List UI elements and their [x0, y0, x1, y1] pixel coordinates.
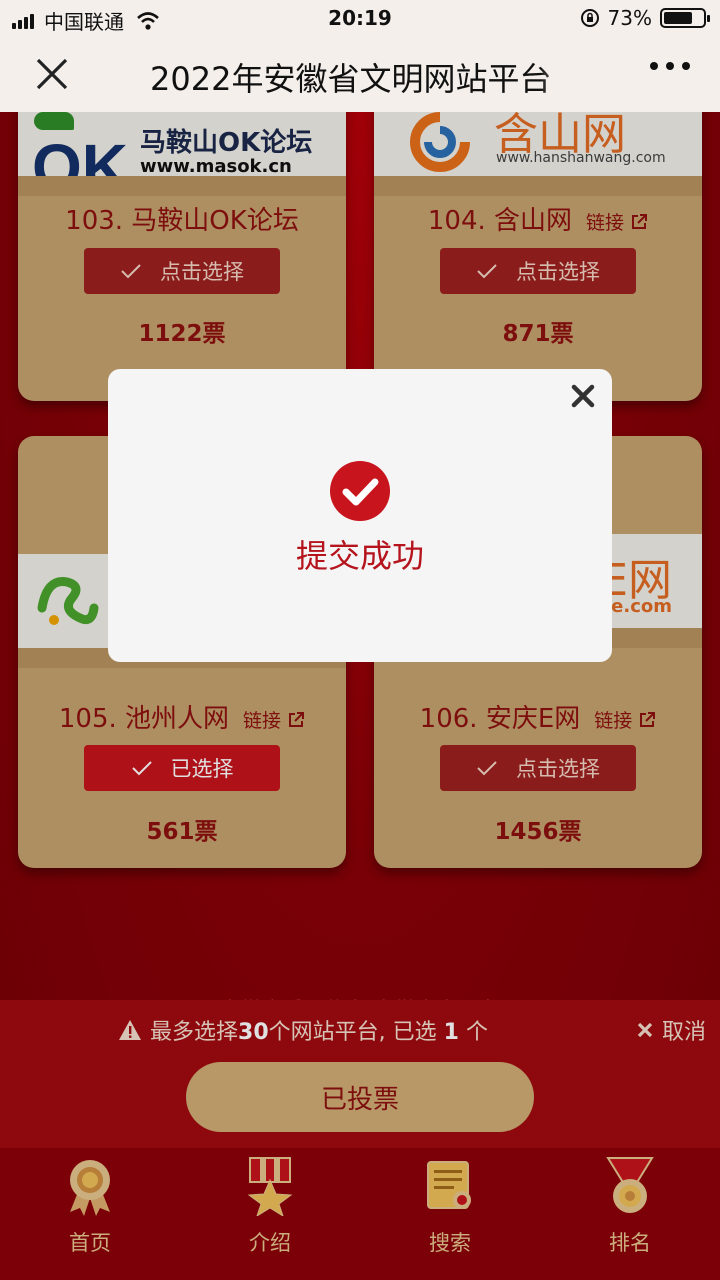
battery-icon [660, 8, 710, 28]
success-message: 提交成功 [295, 537, 424, 575]
close-icon[interactable] [34, 56, 70, 92]
success-dialog: 提交成功 [108, 369, 612, 662]
nav-bar: 2022年安徽省文明网站平台 [0, 36, 720, 112]
close-icon[interactable] [570, 383, 596, 409]
battery-level [664, 12, 692, 24]
status-right: 73% [580, 6, 710, 30]
page-title: 2022年安徽省文明网站平台 [150, 54, 580, 100]
modal-overlay[interactable] [0, 112, 720, 1280]
battery-percent: 73% [607, 6, 652, 30]
rotation-lock-icon [580, 9, 599, 27]
status-bar: 中国联通 20:19 73% [0, 0, 720, 36]
success-check-icon [330, 461, 390, 521]
more-menu-icon[interactable] [650, 62, 690, 70]
